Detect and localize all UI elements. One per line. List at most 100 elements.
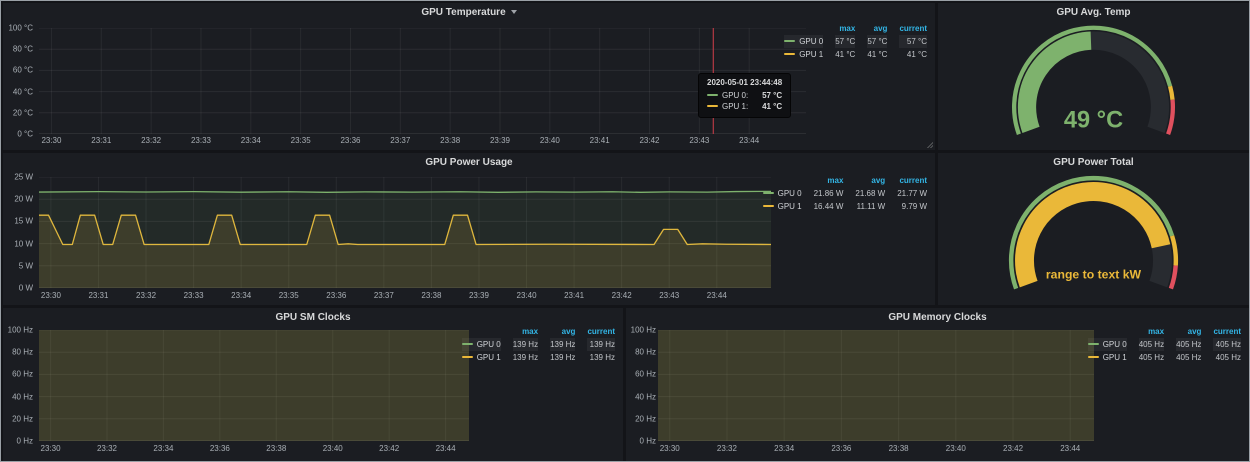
tooltip-series-row: GPU 0:57 °C bbox=[707, 90, 782, 101]
legend-header-max[interactable]: max bbox=[835, 22, 855, 35]
y-tick-label: 0 Hz bbox=[17, 437, 33, 446]
x-tick-label: 23:44 bbox=[1060, 444, 1080, 453]
legend-series-toggle[interactable]: GPU 1 bbox=[763, 200, 802, 213]
legend-value: 139 Hz bbox=[587, 351, 615, 364]
x-tick-label: 23:42 bbox=[612, 291, 632, 300]
x-tick-label: 23:38 bbox=[889, 444, 909, 453]
x-tick-label: 23:40 bbox=[323, 444, 343, 453]
x-tick-label: 23:32 bbox=[97, 444, 117, 453]
panel-gpu-sm-clocks: GPU SM Clocks 100 Hz80 Hz60 Hz40 Hz20 Hz… bbox=[3, 308, 623, 461]
legend-table: maxavgcurrentGPU 057 °C57 °C57 °CGPU 141… bbox=[784, 22, 927, 61]
legend-value: 41 °C bbox=[899, 48, 927, 61]
grafana-dashboard: GPU Temperature 100 °C80 °C60 °C40 °C20 … bbox=[0, 0, 1250, 462]
legend-value: 21.86 W bbox=[814, 187, 844, 200]
x-tick-label: 23:33 bbox=[184, 291, 204, 300]
x-tick-label: 23:30 bbox=[41, 291, 61, 300]
x-tick-label: 23:38 bbox=[440, 136, 460, 145]
legend-table: maxavgcurrentGPU 0139 Hz139 Hz139 HzGPU … bbox=[462, 325, 615, 364]
legend-series-toggle[interactable]: GPU 1 bbox=[462, 351, 501, 364]
legend-value: 405 Hz bbox=[1176, 338, 1201, 351]
legend-value: 405 Hz bbox=[1176, 351, 1201, 364]
x-tick-label: 23:34 bbox=[774, 444, 794, 453]
x-tick-label: 23:34 bbox=[241, 136, 261, 145]
y-tick-label: 15 W bbox=[14, 217, 33, 226]
x-tick-label: 23:35 bbox=[279, 291, 299, 300]
y-tick-label: 100 Hz bbox=[631, 326, 656, 335]
y-tick-label: 0 W bbox=[19, 284, 33, 293]
legend-header-max[interactable]: max bbox=[1139, 325, 1164, 338]
panel-title-gpu-avg-temp[interactable]: GPU Avg. Temp bbox=[938, 7, 1249, 19]
panel-resize-handle[interactable] bbox=[927, 142, 933, 148]
panel-title-gpu-temperature[interactable]: GPU Temperature bbox=[3, 7, 935, 19]
legend-value: 16.44 W bbox=[814, 200, 844, 213]
series-color-dash bbox=[707, 105, 718, 107]
legend-header-max[interactable]: max bbox=[814, 174, 844, 187]
x-axis: 23:3023:3123:3223:3323:3423:3523:3623:37… bbox=[39, 291, 771, 301]
series-color-dash bbox=[1088, 343, 1099, 345]
legend-series-toggle[interactable]: GPU 0 bbox=[462, 338, 501, 351]
x-tick-label: 23:41 bbox=[590, 136, 610, 145]
legend-series-toggle[interactable]: GPU 0 bbox=[784, 35, 823, 48]
series-color-dash bbox=[462, 356, 473, 358]
tooltip-timestamp: 2020-05-01 23:44:48 bbox=[707, 78, 782, 87]
legend-value: 21.77 W bbox=[897, 187, 927, 200]
x-tick-label: 23:40 bbox=[540, 136, 560, 145]
legend-header-avg[interactable]: avg bbox=[855, 174, 885, 187]
y-axis: 100 °C80 °C60 °C40 °C20 °C0 °C bbox=[3, 28, 35, 134]
x-tick-label: 23:36 bbox=[326, 291, 346, 300]
x-tick-label: 23:42 bbox=[379, 444, 399, 453]
x-tick-label: 23:42 bbox=[639, 136, 659, 145]
x-tick-label: 23:38 bbox=[266, 444, 286, 453]
legend-header-avg[interactable]: avg bbox=[550, 325, 575, 338]
x-tick-label: 23:40 bbox=[517, 291, 537, 300]
x-tick-label: 23:36 bbox=[340, 136, 360, 145]
legend-value: 57 °C bbox=[899, 35, 927, 48]
x-tick-label: 23:44 bbox=[436, 444, 456, 453]
series-fill-gpu-0 bbox=[39, 191, 771, 288]
legend-header-current[interactable]: current bbox=[1213, 325, 1241, 338]
legend-value: 139 Hz bbox=[550, 351, 575, 364]
legend-header-avg[interactable]: avg bbox=[1176, 325, 1201, 338]
x-tick-label: 23:34 bbox=[153, 444, 173, 453]
y-tick-label: 60 °C bbox=[13, 66, 33, 75]
panel-title-gpu-memory-clocks[interactable]: GPU Memory Clocks bbox=[626, 312, 1249, 324]
y-tick-label: 40 °C bbox=[13, 87, 33, 96]
chart-plot-area[interactable] bbox=[658, 330, 1094, 441]
panel-title-gpu-power-usage[interactable]: GPU Power Usage bbox=[3, 157, 935, 169]
legend-header-current[interactable]: current bbox=[587, 325, 615, 338]
legend-header-avg[interactable]: avg bbox=[867, 22, 887, 35]
x-tick-label: 23:42 bbox=[1003, 444, 1023, 453]
legend-value: 11.11 W bbox=[855, 200, 885, 213]
legend-header-current[interactable]: current bbox=[897, 174, 927, 187]
legend-corner bbox=[763, 174, 802, 187]
x-tick-label: 23:33 bbox=[191, 136, 211, 145]
x-axis: 23:3023:3223:3423:3623:3823:4023:4223:44 bbox=[39, 444, 469, 454]
legend-series-toggle[interactable]: GPU 1 bbox=[1088, 351, 1127, 364]
chart-plot-area[interactable] bbox=[39, 177, 771, 288]
legend-header-current[interactable]: current bbox=[899, 22, 927, 35]
series-fill-gpu-0 bbox=[39, 330, 469, 441]
chart-plot-area[interactable] bbox=[39, 330, 469, 441]
y-tick-label: 0 °C bbox=[17, 130, 33, 139]
threshold-arc bbox=[1171, 266, 1176, 289]
x-tick-label: 23:30 bbox=[41, 444, 61, 453]
x-axis: 23:3023:3123:3223:3323:3423:3523:3623:37… bbox=[39, 136, 806, 146]
x-tick-label: 23:43 bbox=[659, 291, 679, 300]
legend-series-toggle[interactable]: GPU 1 bbox=[784, 48, 823, 61]
threshold-arc bbox=[1170, 86, 1172, 99]
legend-value: 9.79 W bbox=[897, 200, 927, 213]
legend-series-toggle[interactable]: GPU 0 bbox=[1088, 338, 1127, 351]
panel-gpu-avg-temp: GPU Avg. Temp 49 °C bbox=[938, 3, 1249, 150]
legend-series-toggle[interactable]: GPU 0 bbox=[763, 187, 802, 200]
x-tick-label: 23:32 bbox=[717, 444, 737, 453]
panel-title-gpu-power-total[interactable]: GPU Power Total bbox=[938, 157, 1249, 169]
x-tick-label: 23:41 bbox=[564, 291, 584, 300]
chart-plot-area[interactable] bbox=[39, 28, 806, 134]
x-tick-label: 23:31 bbox=[91, 136, 111, 145]
series-color-dash bbox=[1088, 356, 1099, 358]
legend-header-max[interactable]: max bbox=[513, 325, 538, 338]
panel-title-gpu-sm-clocks[interactable]: GPU SM Clocks bbox=[3, 312, 623, 324]
x-tick-label: 23:36 bbox=[831, 444, 851, 453]
series-line-gpu-0 bbox=[39, 191, 771, 192]
x-tick-label: 23:40 bbox=[946, 444, 966, 453]
